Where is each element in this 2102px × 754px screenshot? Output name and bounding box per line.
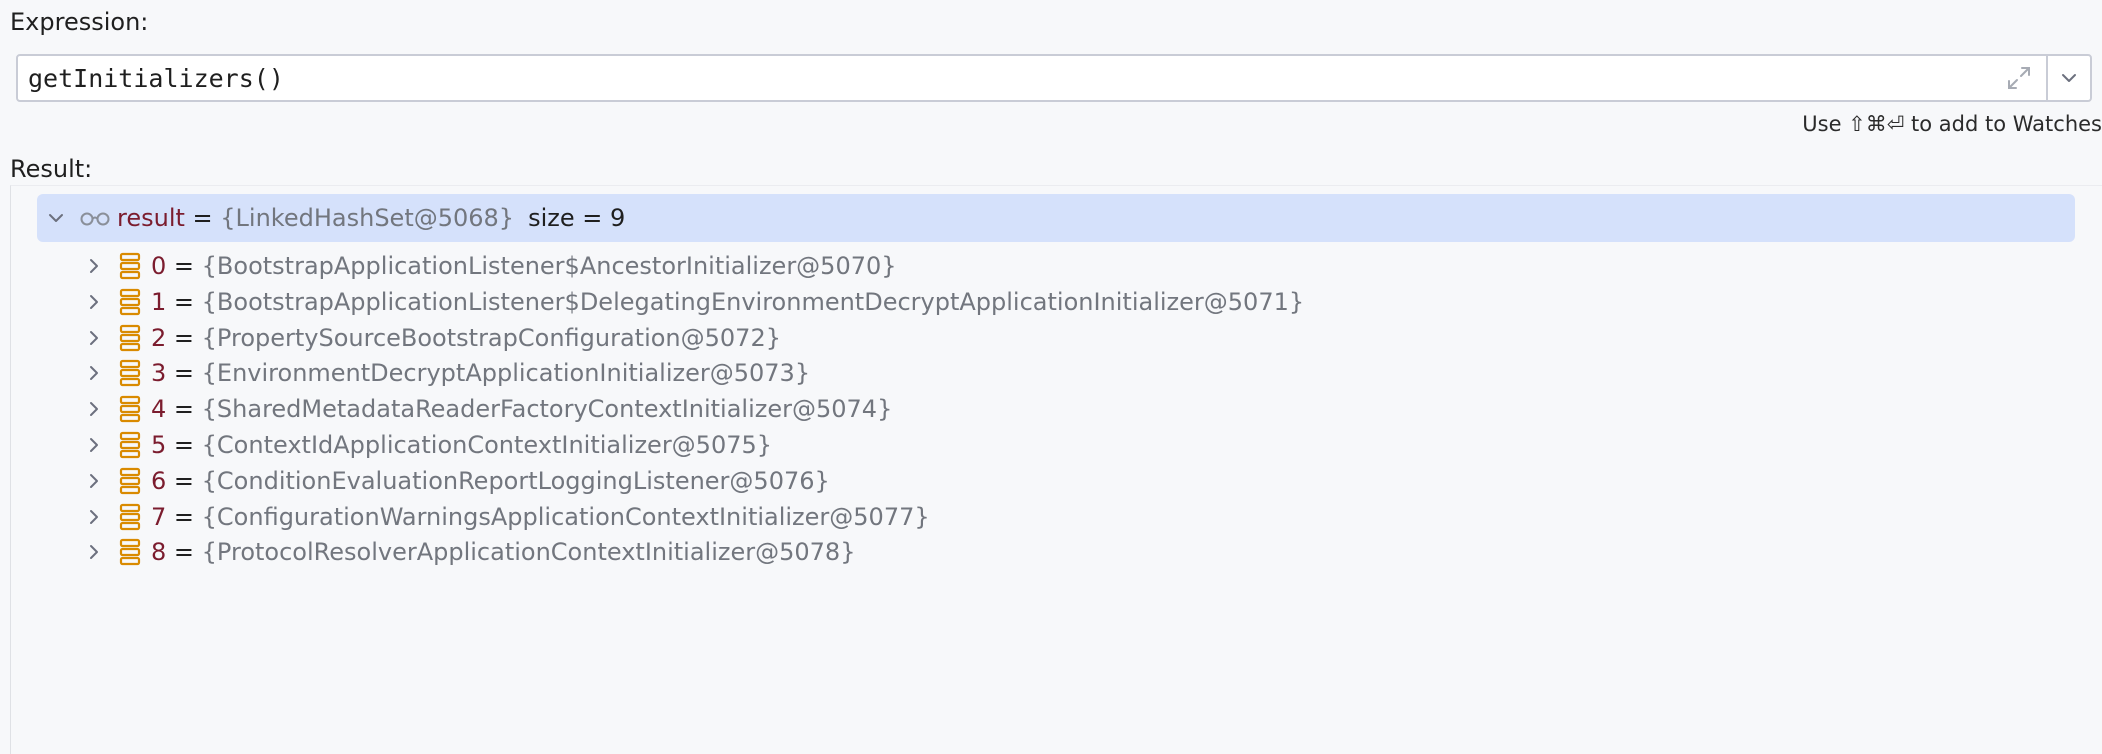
root-size: size = 9: [528, 204, 626, 232]
item-index: 2: [151, 323, 167, 352]
tree-item-row[interactable]: 8 = {ProtocolResolverApplicationContextI…: [79, 528, 855, 576]
equals-sign: =: [166, 538, 202, 567]
chevron-right-icon: [90, 294, 98, 309]
item-value: {ConditionEvaluationReportLoggingListene…: [201, 466, 830, 495]
expression-input[interactable]: getInitializers(): [18, 56, 1992, 100]
item-index: 1: [151, 287, 167, 316]
field-stack-icon: [119, 503, 141, 531]
expression-label: Expression:: [10, 8, 149, 36]
chevron-right-icon: [90, 545, 98, 560]
item-value: {ContextIdApplicationContextInitializer@…: [201, 431, 773, 459]
chevron-right-icon: [90, 509, 98, 524]
field-stack-icon: [119, 395, 141, 423]
equals-sign: =: [166, 395, 202, 424]
item-index: 4: [151, 395, 167, 424]
chevron-right-icon: [90, 366, 98, 381]
chevron-right-icon: [90, 402, 98, 417]
item-value: {SharedMetadataReaderFactoryContextIniti…: [201, 395, 893, 424]
root-variable-value: {LinkedHashSet@5068}: [220, 204, 515, 232]
chevron-down-icon: [2062, 74, 2076, 82]
item-index: 7: [151, 502, 167, 531]
field-stack-icon: [119, 288, 141, 316]
expression-field[interactable]: getInitializers(): [16, 54, 2092, 102]
collapse-toggle[interactable]: [41, 194, 71, 242]
field-stack-icon: [119, 538, 141, 566]
item-value: {PropertySourceBootstrapConfiguration@50…: [201, 323, 781, 352]
chevron-right-icon: [90, 330, 98, 345]
equals-sign: =: [166, 252, 202, 280]
expand-editor-button[interactable]: [1992, 56, 2046, 100]
root-variable-name: result: [117, 204, 185, 232]
history-dropdown-button[interactable]: [2046, 56, 2090, 100]
chevron-right-icon: [90, 259, 98, 273]
add-to-watches-hint: Use ⇧⌘⏎ to add to Watches: [1802, 112, 2102, 136]
item-index: 5: [151, 431, 167, 459]
equals-sign: =: [166, 359, 202, 388]
chevron-down-icon: [49, 214, 63, 222]
item-value: {BootstrapApplicationListener$Delegating…: [201, 287, 1305, 316]
expand-toggle[interactable]: [79, 528, 109, 576]
item-value: {ProtocolResolverApplicationContextIniti…: [201, 538, 856, 567]
item-index: 3: [151, 359, 167, 388]
item-index: 0: [151, 252, 167, 280]
item-value: {EnvironmentDecryptApplicationInitialize…: [201, 359, 811, 388]
chevron-right-icon: [90, 438, 98, 452]
equals-sign: =: [166, 431, 202, 459]
item-index: 6: [151, 466, 167, 495]
expand-editor-icon: [2008, 67, 2030, 89]
field-stack-icon: [119, 359, 141, 387]
tree-root-row[interactable]: result = {LinkedHashSet@5068} size = 9: [37, 194, 2075, 242]
watch-glasses-icon: [79, 209, 111, 227]
field-stack-icon: [119, 431, 141, 459]
item-value: {ConfigurationWarningsApplicationContext…: [201, 502, 930, 531]
equals-sign: =: [166, 323, 202, 352]
field-stack-icon: [119, 252, 141, 280]
item-value: {BootstrapApplicationListener$AncestorIn…: [201, 252, 897, 280]
equals-sign: =: [166, 466, 202, 495]
chevron-right-icon: [90, 473, 98, 488]
field-stack-icon: [119, 324, 141, 352]
result-label: Result:: [10, 155, 93, 183]
result-tree[interactable]: result = {LinkedHashSet@5068} size = 9 0…: [10, 185, 2102, 754]
equals-sign: =: [166, 287, 202, 316]
equals-sign: =: [166, 502, 202, 531]
item-index: 8: [151, 538, 167, 567]
equals-sign: =: [184, 204, 221, 232]
field-stack-icon: [119, 467, 141, 495]
